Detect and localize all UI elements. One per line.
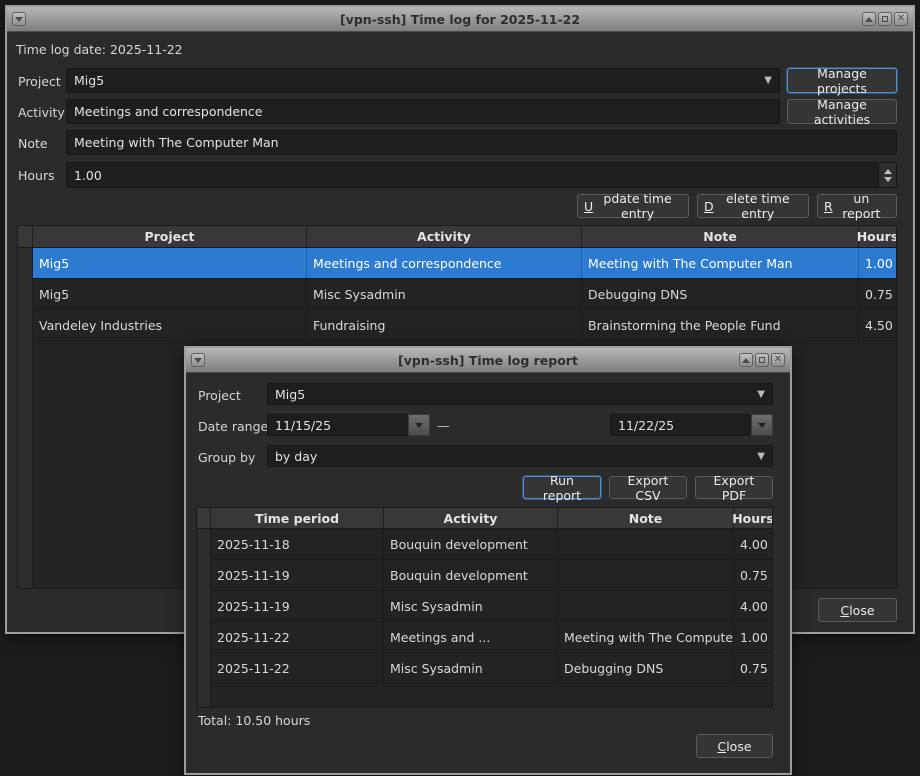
dialog-project-combobox-value: Mig5 [275,387,305,402]
run-report-button[interactable]: Run report [817,194,897,218]
group-by-label: Group by [198,450,255,465]
chevron-down-icon [758,423,766,428]
close-icon: ✕ [774,355,782,365]
group-by-combobox-value: by day [275,449,317,464]
total-hours-label: Total: 10.50 hours [198,713,310,728]
time-entries-header: Project Activity Note Hours [18,226,896,248]
report-row[interactable]: 5 2025-11-22 Misc Sysadmin Debugging DNS… [197,653,772,684]
time-log-date-label: Time log date: 2025-11-22 [16,42,183,57]
export-pdf-button[interactable]: Export PDF [695,476,773,499]
col-header-hours[interactable]: Hours [859,226,896,247]
dialog-project-label: Project [198,388,241,403]
desktop: [vpn-ssh] Time log for 2025-11-22 ✕ Time… [0,0,920,776]
delete-time-entry-button[interactable]: Delete time entry [697,194,809,218]
report-table: Time period Activity Note Hours 1 2025-1… [196,507,773,708]
manage-activities-button[interactable]: Manage activities [787,99,897,124]
col-header-activity[interactable]: Activity [307,226,582,247]
note-input[interactable] [66,130,897,155]
corner-header-cell [197,508,211,528]
date-to-dropdown-button[interactable] [751,414,773,436]
col-header-hours[interactable]: Hours [734,508,772,528]
date-to-input[interactable] [610,414,773,436]
close-window-button[interactable]: ✕ [894,12,908,26]
activity-input[interactable] [66,99,780,124]
group-by-combobox[interactable]: by day ▼ [267,445,773,467]
date-range-label: Date range [198,419,268,434]
dialog-shade-button[interactable] [739,353,753,367]
report-dialog: [vpn-ssh] Time log report ✕ Project Mig5… [184,346,792,775]
date-from-input[interactable] [267,414,430,436]
maximize-icon [759,357,765,363]
dialog-project-combobox[interactable]: Mig5 ▼ [267,383,773,405]
dialog-content: Project Mig5 ▼ Date range — Group by by … [186,373,790,770]
dialog-title: [vpn-ssh] Time log report [186,353,790,368]
activity-label: Activity [18,105,65,120]
date-from-dropdown-button[interactable] [408,414,430,436]
spin-up-icon [884,169,892,174]
project-combobox-value: Mig5 [74,73,104,88]
hours-spinbox [66,162,897,188]
col-header-note[interactable]: Note [582,226,859,247]
shade-icon [742,358,750,363]
chevron-down-icon: ▼ [757,451,765,462]
date-range-dash: — [437,418,450,433]
col-header-time-period[interactable]: Time period [211,508,384,528]
dialog-close-window-button[interactable]: ✕ [771,353,785,367]
hours-label: Hours [18,168,55,183]
shade-button[interactable] [862,12,876,26]
report-row[interactable]: 2 2025-11-19 Bouquin development 0.75 [197,560,772,591]
maximize-button[interactable] [878,12,892,26]
main-close-button[interactable]: Close [818,598,897,622]
main-titlebar[interactable]: [vpn-ssh] Time log for 2025-11-22 ✕ [7,7,913,32]
hours-spinner[interactable] [878,163,896,187]
dialog-close-button[interactable]: Close [696,734,773,758]
date-to-picker [610,414,773,436]
update-time-entry-button[interactable]: Update time entry [577,194,689,218]
dialog-titlebar[interactable]: [vpn-ssh] Time log report ✕ [186,348,790,373]
col-header-activity[interactable]: Activity [384,508,558,528]
chevron-down-icon [415,423,423,428]
row-number-gutter [197,508,211,707]
maximize-icon [882,16,888,22]
export-csv-button[interactable]: Export CSV [609,476,687,499]
manage-projects-button[interactable]: Manage projects [787,68,897,93]
shade-icon [865,17,873,22]
report-table-header: Time period Activity Note Hours [197,508,772,529]
report-row[interactable]: 1 2025-11-18 Bouquin development 4.00 [197,529,772,560]
table-row[interactable]: 2 Mig5 Misc Sysadmin Debugging DNS 0.75 [18,279,896,310]
col-header-note[interactable]: Note [558,508,734,528]
col-header-project[interactable]: Project [33,226,307,247]
close-icon: ✕ [897,14,905,24]
project-combobox[interactable]: Mig5 ▼ [66,68,780,93]
dialog-maximize-button[interactable] [755,353,769,367]
report-row[interactable]: 4 2025-11-22 Meetings and ... Meeting wi… [197,622,772,653]
table-row[interactable]: 3 Vandeley Industries Fundraising Brains… [18,310,896,341]
report-row[interactable]: 3 2025-11-19 Misc Sysadmin 4.00 [197,591,772,622]
date-from-picker [267,414,430,436]
project-label: Project [18,74,61,89]
chevron-down-icon: ▼ [764,75,772,86]
chevron-down-icon: ▼ [757,389,765,400]
corner-header-cell [18,226,33,247]
hours-input[interactable] [66,162,897,188]
dialog-run-report-button[interactable]: Run report [523,476,601,499]
row-number-gutter [18,226,33,588]
table-row[interactable]: 1 Mig5 Meetings and correspondence Meeti… [18,248,896,279]
note-label: Note [18,136,48,151]
main-window-title: [vpn-ssh] Time log for 2025-11-22 [7,12,913,27]
spin-down-icon [884,177,892,182]
